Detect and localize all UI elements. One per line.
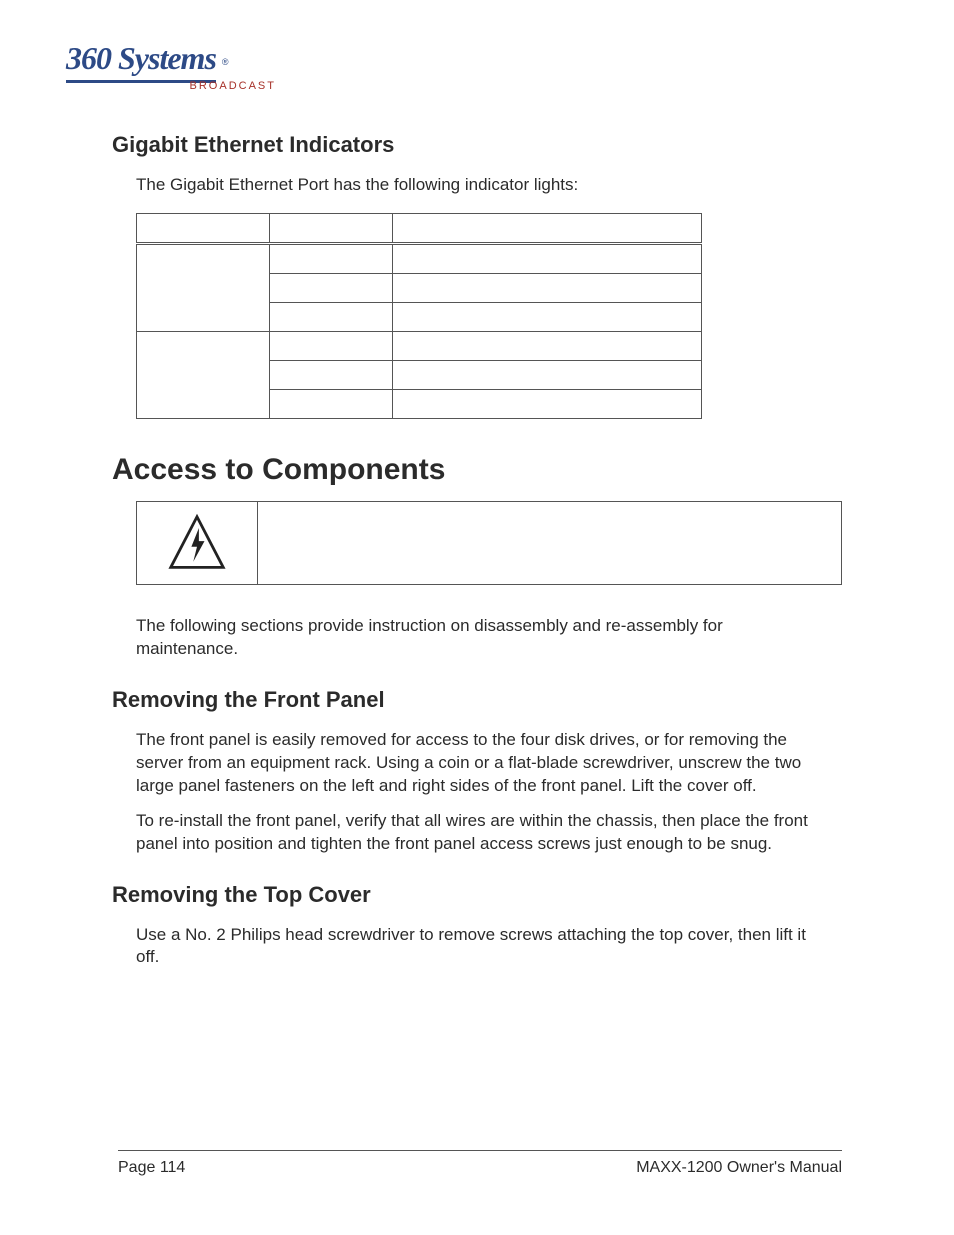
paragraph-front-panel-1: The front panel is easily removed for ac… [136, 729, 818, 798]
warning-text-cell [258, 502, 841, 584]
indicator-table [136, 213, 702, 419]
heading-gigabit-ethernet-indicators: Gigabit Ethernet Indicators [112, 132, 842, 158]
table-cell [270, 302, 393, 331]
page-footer: Page 114 MAXX-1200 Owner's Manual [118, 1150, 842, 1177]
warning-box [136, 501, 842, 585]
table-cell [393, 302, 702, 331]
high-voltage-icon [167, 513, 227, 573]
table-header [393, 213, 702, 243]
table-header [137, 213, 270, 243]
table-cell [270, 331, 393, 360]
table-cell [270, 389, 393, 418]
table-row [137, 331, 702, 360]
table-cell [393, 331, 702, 360]
paragraph-front-panel-2: To re-install the front panel, verify th… [136, 810, 818, 856]
warning-icon-cell [137, 502, 258, 584]
paragraph-gigabit-intro: The Gigabit Ethernet Port has the follow… [136, 174, 818, 197]
table-cell [270, 360, 393, 389]
table-cell [270, 243, 393, 273]
table-cell [137, 331, 270, 418]
paragraph-top-cover: Use a No. 2 Philips head screwdriver to … [136, 924, 818, 970]
footer-manual-title: MAXX-1200 Owner's Manual [636, 1159, 842, 1177]
table-cell [137, 243, 270, 331]
table-cell [270, 273, 393, 302]
table-header [270, 213, 393, 243]
heading-removing-top-cover: Removing the Top Cover [112, 882, 842, 908]
heading-removing-front-panel: Removing the Front Panel [112, 687, 842, 713]
table-cell [393, 273, 702, 302]
paragraph-access-intro: The following sections provide instructi… [136, 615, 818, 661]
table-cell [393, 389, 702, 418]
logo-broadcast-text: BROADCAST [190, 80, 276, 92]
brand-logo: 360 Systems ® BROADCAST [66, 34, 276, 90]
table-cell [393, 360, 702, 389]
table-row [137, 243, 702, 273]
logo-script-text: 360 Systems [66, 42, 216, 83]
trademark-symbol: ® [222, 57, 229, 67]
heading-access-to-components: Access to Components [112, 453, 842, 487]
footer-page-number: Page 114 [118, 1159, 185, 1177]
table-cell [393, 243, 702, 273]
